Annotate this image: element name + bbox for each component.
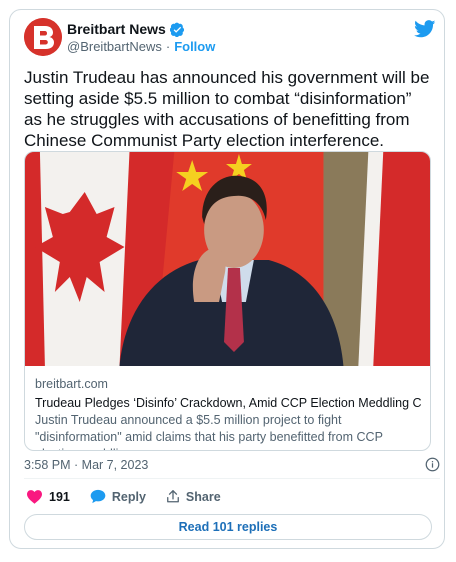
account-handle[interactable]: @BreitbartNews bbox=[67, 39, 162, 54]
link-description: Justin Trudeau announced a $5.5 million … bbox=[35, 413, 383, 450]
account-name-row[interactable]: Breitbart News bbox=[67, 21, 185, 37]
tweet-text: Justin Trudeau has announced his governm… bbox=[24, 68, 430, 150]
reply-bubble-icon bbox=[90, 489, 106, 504]
info-icon[interactable] bbox=[425, 457, 440, 477]
account-handle-row: @BreitbartNews · Follow bbox=[67, 39, 215, 54]
reply-button[interactable]: Reply bbox=[90, 489, 146, 504]
share-icon bbox=[167, 490, 179, 503]
read-replies-label: Read 101 replies bbox=[178, 520, 278, 534]
like-button[interactable]: 191 bbox=[26, 489, 70, 504]
tweet-actions: 191 Reply Share bbox=[26, 489, 241, 504]
breitbart-logo-icon bbox=[24, 18, 62, 56]
verified-icon bbox=[169, 22, 185, 37]
share-label: Share bbox=[185, 489, 221, 504]
link-title[interactable]: Trudeau Pledges ‘Disinfo’ Crackdown, Ami… bbox=[35, 394, 422, 412]
twitter-bird-icon[interactable] bbox=[414, 20, 436, 43]
link-preview-meta: breitbart.com Trudeau Pledges ‘Disinfo’ … bbox=[35, 376, 422, 450]
account-display-name[interactable]: Breitbart News bbox=[67, 21, 166, 37]
like-count: 191 bbox=[49, 489, 70, 504]
tweet-timestamp[interactable]: 3:58 PM · Mar 7, 2023 bbox=[24, 458, 148, 472]
follow-button[interactable]: Follow bbox=[174, 39, 215, 54]
heart-icon bbox=[27, 490, 42, 504]
link-preview-card[interactable]: breitbart.com Trudeau Pledges ‘Disinfo’ … bbox=[24, 151, 431, 451]
reply-label: Reply bbox=[111, 489, 146, 504]
share-button[interactable]: Share bbox=[166, 489, 221, 504]
divider bbox=[24, 478, 440, 479]
article-photo bbox=[25, 152, 430, 366]
read-replies-button[interactable]: Read 101 replies bbox=[24, 514, 432, 540]
link-domain: breitbart.com bbox=[35, 377, 108, 391]
avatar[interactable] bbox=[24, 18, 62, 56]
separator-dot: · bbox=[165, 39, 171, 54]
